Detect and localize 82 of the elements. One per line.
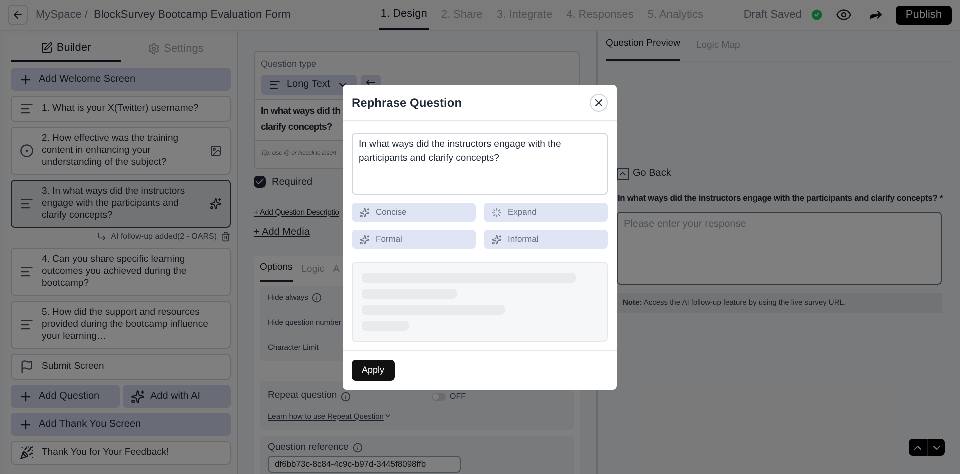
question-label: 3. In what ways did the instructors engage with the participants and clarify concepts? (42, 186, 186, 222)
toggle-state: OFF (450, 390, 466, 402)
required-label: Required (272, 176, 313, 190)
question-label: Submit Screen (42, 361, 106, 373)
radio-icon (20, 144, 34, 158)
question-label: 2. How effective was the training content in enhancing your understanding of the subject? (42, 133, 180, 169)
draft-status: Draft Saved (744, 8, 802, 23)
scroll-up-button[interactable] (909, 439, 927, 456)
question-label: 4. Can you share specific learning outcomes you achieved during the bootcamp? (42, 254, 188, 290)
question-label: 1. What is your X(Twitter) username? (42, 103, 200, 115)
repeat-label: Repeat question (268, 389, 338, 404)
question-type-select[interactable]: Long Text (261, 74, 357, 94)
sparkle-icon (210, 198, 222, 210)
thank-you-label: Thank You for Your Feedback! (42, 446, 170, 460)
question-item[interactable]: 3. In what ways did the instructors engage with the participants and clarify concepts? (11, 180, 231, 228)
sparkle-icon (130, 390, 144, 404)
rephrase-option-button[interactable]: Informal (484, 230, 608, 249)
go-back-icon (617, 168, 629, 180)
add-welcome-button[interactable]: Add Welcome Screen (11, 68, 231, 91)
plus-icon (19, 418, 33, 432)
required-checkbox[interactable] (254, 176, 266, 188)
rephrase-option-button[interactable]: Concise (352, 203, 476, 222)
flag-icon (20, 360, 34, 374)
question-textarea[interactable]: In what ways did the instructors engage with the participants and clarify concepts? (352, 133, 608, 195)
trash-icon[interactable] (221, 232, 231, 242)
text-lines-icon (269, 78, 281, 90)
reference-field[interactable]: df6bb73c-8c84-4c9c-b97d-3445f8098ffb (268, 456, 461, 473)
image-icon (210, 145, 222, 157)
add-with-ai-button[interactable]: Add with AI (122, 385, 231, 408)
question-item[interactable]: Submit Screen (11, 354, 231, 380)
spinner-icon (492, 208, 502, 218)
follow-up-note: AI follow-up added(2 - OARS) (111, 231, 217, 243)
question-item[interactable]: 5. How did the support and resources provided during the bootcamp influence your learning… (11, 301, 231, 349)
question-item[interactable]: 2. How effective was the training content in enhancing your understanding of the subject? (11, 127, 231, 175)
text-lines-icon (20, 197, 34, 211)
question-label: 5. How did the support and resources provided during the bootcamp influence your learning… (42, 307, 210, 343)
preview-eye-icon[interactable] (836, 7, 852, 23)
thank-you-item[interactable]: Thank You for Your Feedback! (11, 441, 231, 465)
question-text[interactable]: In what ways did th (261, 104, 340, 120)
rephrase-option-button[interactable]: Formal (352, 230, 476, 249)
check-icon (255, 177, 265, 187)
add-thank-you-button[interactable]: Add Thank You Screen (11, 413, 231, 436)
plus-icon (19, 390, 33, 404)
follow-up-icon (97, 232, 108, 242)
text-lines-icon (20, 102, 34, 116)
preview-tab[interactable]: Question Preview (606, 36, 680, 61)
sparkle-icon (360, 234, 370, 244)
question-text[interactable]: clarify concepts? (261, 120, 332, 136)
form-title: BlockSurvey Bootcamp Evaluation Form (94, 8, 291, 23)
go-back-link[interactable]: Go Back (633, 166, 672, 181)
party-popper-icon (20, 446, 34, 460)
rephrase-option-button[interactable]: Expand (484, 203, 608, 222)
plus-icon (19, 72, 33, 86)
question-item[interactable]: 4. Can you share specific learning outcomes you achieved during the bootcamp? (11, 248, 231, 296)
info-icon (352, 442, 363, 453)
apply-button[interactable]: Apply (352, 360, 395, 381)
add-description-link[interactable]: + Add Question Descriptio (254, 206, 340, 218)
check-icon (810, 8, 824, 22)
text-lines-icon (20, 318, 34, 332)
close-button[interactable] (590, 94, 608, 112)
close-icon (593, 96, 605, 108)
question-item[interactable]: 1. What is your X(Twitter) username? (11, 96, 231, 122)
step-tab[interactable]: 1. Design (378, 0, 430, 30)
sparkle-icon (360, 208, 370, 218)
scroll-down-button[interactable] (927, 439, 945, 456)
back-arrow-icon (12, 9, 24, 21)
preview-question: In what ways did the instructors engage with the participants and clarify concepts? * (618, 192, 943, 205)
sparkle-icon (492, 234, 502, 244)
text-lines-icon (20, 265, 34, 279)
info-icon (341, 392, 352, 402)
dialog-title: Rephrase Question (352, 94, 462, 112)
reference-label: Question reference (268, 442, 349, 454)
publish-button[interactable]: Publish (896, 6, 952, 24)
back-button[interactable] (8, 5, 28, 25)
question-type-label: Question type (261, 58, 318, 71)
edit-icon (40, 42, 53, 54)
info-icon (312, 293, 322, 303)
add-question-button[interactable]: Add Question (11, 385, 120, 408)
breadcrumb-link[interactable]: MySpace / (36, 6, 88, 24)
options-tab[interactable]: Options (260, 261, 293, 282)
builder-tab[interactable]: Builder (11, 36, 121, 62)
settings-icon (148, 43, 160, 55)
